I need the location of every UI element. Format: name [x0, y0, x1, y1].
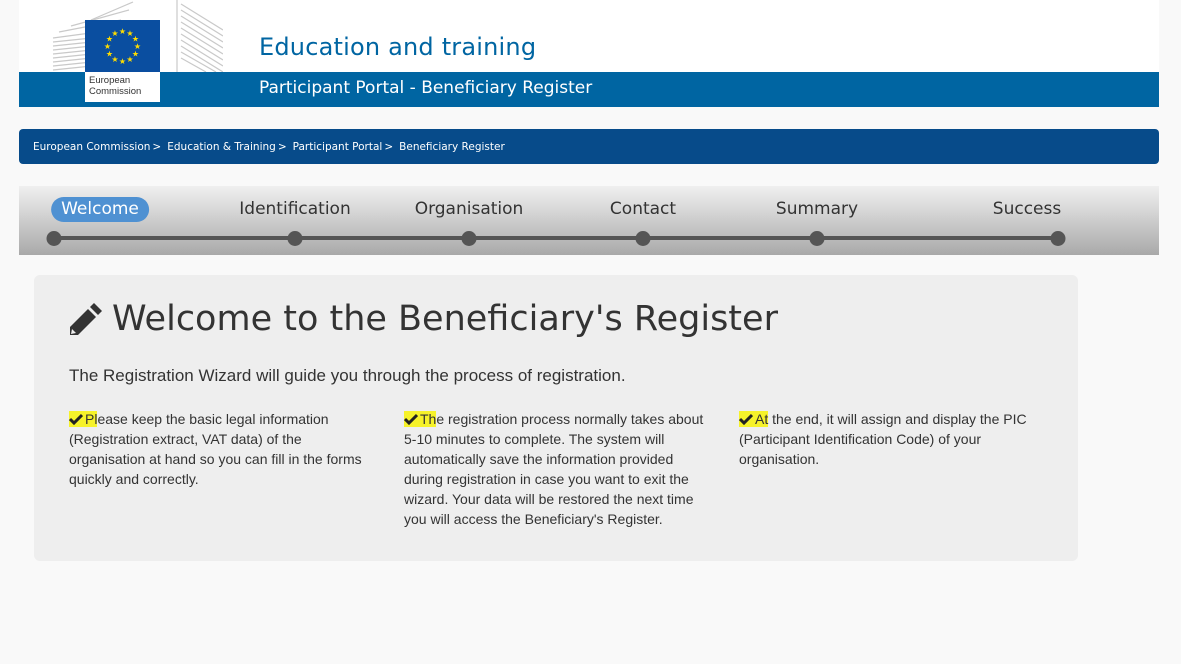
wizard-dot-organisation — [461, 231, 477, 246]
pencil-icon — [70, 303, 102, 335]
wizard-step-contact: Contact — [609, 199, 677, 219]
wizard-progress: Welcome Identification Organisation Cont… — [19, 186, 1159, 255]
site-title: Education and training — [259, 33, 537, 61]
info-column-duration: The registration process normally takes … — [404, 409, 709, 529]
highlight: Pl — [69, 411, 98, 427]
info-text: e registration process normally takes ab… — [404, 411, 704, 527]
info-column-legal: Please keep the basic legal information … — [69, 409, 379, 489]
wizard-step-success: Success — [992, 199, 1062, 219]
page-title-text: Welcome to the Beneficiary's Register — [112, 299, 778, 339]
highlight-text: Th — [420, 411, 437, 427]
breadcrumb-item-education-training[interactable]: Education & Training — [167, 141, 276, 153]
info-text: the end, it will assign and display the … — [739, 411, 1027, 467]
logo-label: European Commission — [85, 72, 160, 102]
page-title: Welcome to the Beneficiary's Register — [68, 299, 778, 339]
check-icon — [69, 413, 83, 425]
intro-text: The Registration Wizard will guide you t… — [69, 366, 626, 385]
wizard-dot-welcome — [46, 231, 62, 246]
wizard-dot-success — [1050, 231, 1066, 246]
wizard-step-organisation: Organisation — [414, 199, 524, 219]
breadcrumb-item-european-commission[interactable]: European Commission — [33, 141, 150, 153]
highlight-text: At — [755, 411, 769, 427]
check-icon — [739, 413, 753, 425]
wizard-step-identification: Identification — [239, 199, 351, 219]
wizard-dot-contact — [635, 231, 651, 246]
highlight-text: Pl — [85, 411, 98, 427]
breadcrumb-item-current: Beneficiary Register — [399, 141, 505, 153]
site-subtitle: Participant Portal - Beneficiary Registe… — [259, 78, 593, 98]
ec-logo[interactable]: ★ ★ ★ ★ ★ ★ ★ ★ ★ ★ ★ ★ European Commission — [85, 20, 160, 102]
flag-star-icon: ★ — [119, 27, 126, 36]
wizard-track — [54, 236, 1058, 240]
breadcrumb-separator: > — [152, 141, 162, 153]
check-icon — [404, 413, 418, 425]
flag-star-icon: ★ — [119, 57, 126, 66]
breadcrumb-separator: > — [384, 141, 394, 153]
breadcrumb-separator: > — [277, 141, 287, 153]
flag-star-icon: ★ — [126, 55, 133, 64]
highlight: Th — [404, 411, 437, 427]
site-header: ★ ★ ★ ★ ★ ★ ★ ★ ★ ★ ★ ★ European Commission Educati… — [19, 0, 1159, 107]
flag-star-icon: ★ — [111, 29, 118, 38]
breadcrumb: European Commission > Education & Training… — [19, 129, 1159, 164]
wizard-step-welcome[interactable]: Welcome — [51, 197, 149, 222]
wizard-dot-summary — [809, 231, 825, 246]
info-text: ease keep the basic legal information (R… — [69, 411, 362, 487]
info-column-pic: At the end, it will assign and display t… — [739, 409, 1049, 469]
logo-line2: Commission — [89, 86, 142, 97]
eu-flag-icon: ★ ★ ★ ★ ★ ★ ★ ★ ★ ★ ★ ★ — [85, 20, 160, 72]
welcome-panel: Welcome to the Beneficiary's Register Th… — [34, 275, 1078, 561]
breadcrumb-item-participant-portal[interactable]: Participant Portal — [293, 141, 383, 153]
highlight: At — [739, 411, 769, 427]
logo-line1: European — [89, 75, 131, 86]
wizard-dot-identification — [287, 231, 303, 246]
wizard-step-summary: Summary — [775, 199, 859, 219]
